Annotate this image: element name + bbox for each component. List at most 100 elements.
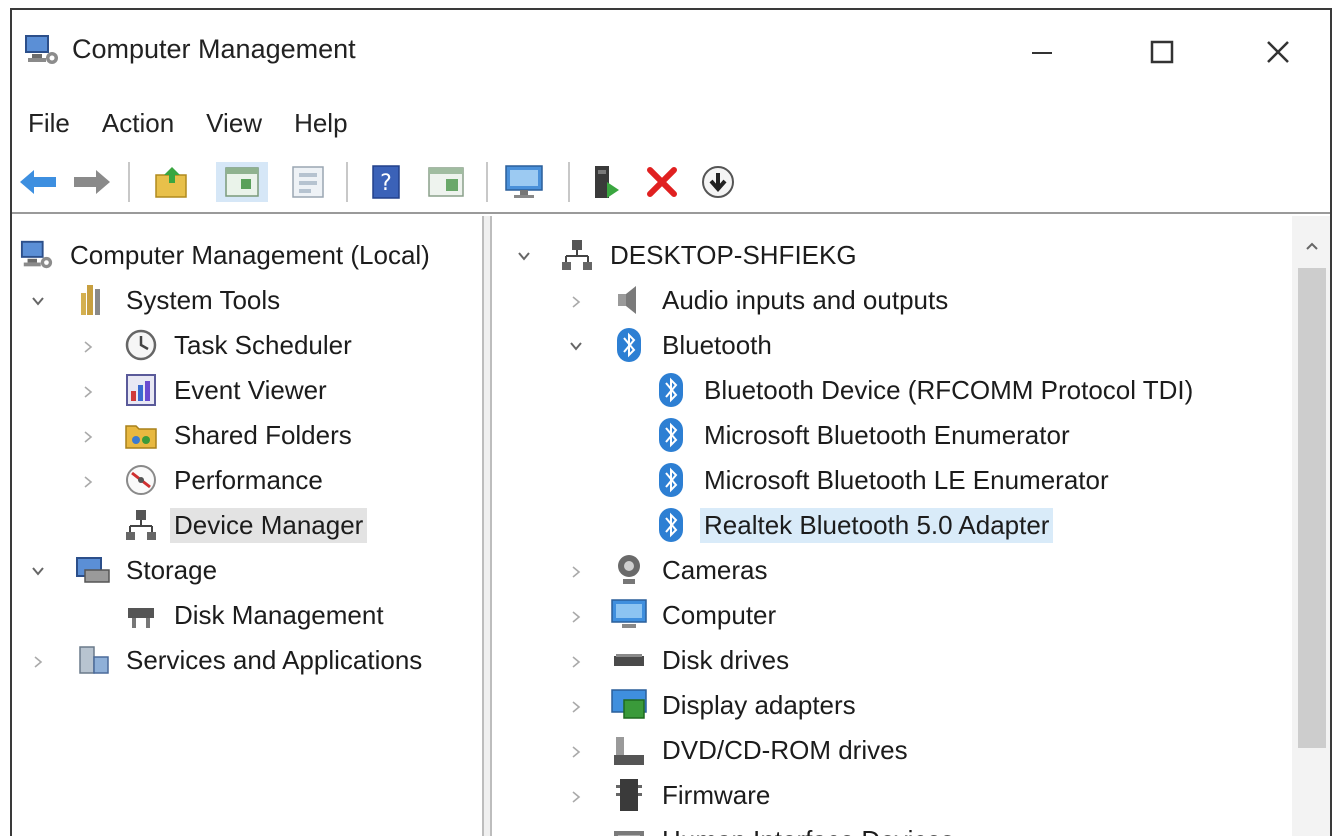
tree-item-task-scheduler[interactable]: Task Scheduler [82,324,356,366]
collapse-chevron-icon[interactable] [568,330,584,361]
expand-chevron-icon[interactable] [570,780,586,811]
category-disk-drives[interactable]: Disk drives [570,639,793,681]
expand-chevron-icon[interactable] [570,690,586,721]
update-driver-button[interactable] [586,162,626,202]
category-bluetooth[interactable]: Bluetooth [568,324,776,366]
scan-hardware-icon [702,166,734,198]
bluetooth-icon [652,461,690,499]
computer-management-app-icon [24,32,60,68]
computer-management-icon [18,236,56,274]
expand-chevron-icon[interactable] [570,645,586,676]
cameras-label: Cameras [662,554,768,585]
tree-item-performance[interactable]: Performance [82,459,327,501]
bluetooth-device-item[interactable]: Bluetooth Device (RFCOMM Protocol TDI) [652,369,1197,411]
vertical-scrollbar[interactable] [1292,216,1330,836]
uninstall-device-button[interactable] [642,162,682,202]
category-display-adapters[interactable]: Display adapters [570,684,860,726]
services-and-applications-label: Services and Applications [126,644,423,675]
event-viewer-label: Event Viewer [174,374,327,405]
bluetooth-device-label: Microsoft Bluetooth LE Enumerator [704,464,1109,495]
tree-item-system-tools[interactable]: System Tools [30,279,284,321]
category-hid[interactable]: Human Interface Devices [570,819,958,836]
computer-management-window: Computer Management File Action View Hel… [10,8,1332,836]
bluetooth-device-item[interactable]: Microsoft Bluetooth LE Enumerator [652,459,1113,501]
category-cameras[interactable]: Cameras [570,549,771,591]
system-tools-icon [74,281,112,319]
expand-chevron-icon[interactable] [570,600,586,631]
category-firmware[interactable]: Firmware [570,774,774,816]
expand-chevron-icon[interactable] [570,825,586,836]
expand-chevron-icon[interactable] [82,375,98,406]
storage-icon [74,551,112,589]
scan-hardware-button[interactable] [698,162,738,202]
tree-item-event-viewer[interactable]: Event Viewer [82,369,331,411]
tree-item-device-manager[interactable]: Device Manager [122,504,368,546]
expand-chevron-icon[interactable] [82,465,98,496]
tree-item-disk-management[interactable]: Disk Management [122,594,388,636]
close-icon [1267,41,1289,63]
disk-management-label: Disk Management [174,599,384,630]
forward-button[interactable] [72,162,112,202]
bluetooth-icon [652,371,690,409]
expand-chevron-icon[interactable] [570,735,586,766]
action-pane-icon [428,167,464,197]
collapse-chevron-icon[interactable] [30,555,46,586]
up-one-level-button[interactable] [152,162,192,202]
scrollbar-thumb[interactable] [1298,268,1326,748]
bluetooth-device-item[interactable]: Microsoft Bluetooth Enumerator [652,414,1074,456]
scroll-up-button[interactable] [1292,234,1330,258]
performance-label: Performance [174,464,323,495]
menu-view[interactable]: View [190,98,278,144]
back-button[interactable] [18,162,58,202]
performance-icon [122,461,160,499]
expand-chevron-icon[interactable] [32,645,48,676]
expand-chevron-icon[interactable] [570,285,586,316]
bluetooth-device-label: Realtek Bluetooth 5.0 Adapter [700,507,1054,543]
expand-chevron-icon[interactable] [570,555,586,586]
menu-action[interactable]: Action [86,98,190,144]
minimize-button[interactable] [1002,24,1082,80]
display-adapters-label: Display adapters [662,689,856,720]
maximize-button[interactable] [1122,24,1202,80]
uninstall-icon [647,167,677,197]
menu-file[interactable]: File [12,98,86,144]
close-button[interactable] [1238,24,1318,80]
properties-icon [292,166,324,198]
shared-folders-label: Shared Folders [174,419,352,450]
tree-item-storage[interactable]: Storage [30,549,221,591]
collapse-chevron-icon[interactable] [516,240,532,271]
update-driver-icon [595,166,619,198]
expand-chevron-icon[interactable] [82,420,98,451]
show-hide-tree-icon [225,167,259,197]
action-pane-button[interactable] [426,162,466,202]
help-button[interactable]: ? [366,162,406,202]
computer-name-label: DESKTOP-SHFIEKG [610,239,857,270]
bluetooth-label: Bluetooth [662,329,772,360]
bluetooth-icon [610,326,648,364]
category-audio[interactable]: Audio inputs and outputs [570,279,952,321]
tree-item-shared-folders[interactable]: Shared Folders [82,414,356,456]
monitor-button[interactable] [504,162,544,202]
clock-icon [122,326,160,364]
bluetooth-device-label: Microsoft Bluetooth Enumerator [704,419,1070,450]
menu-help[interactable]: Help [278,98,363,144]
pane-splitter[interactable] [482,216,492,836]
properties-button[interactable] [288,162,328,202]
up-folder-icon [155,167,187,198]
help-icon: ? [372,165,400,199]
toolbar-separator [128,162,130,202]
bluetooth-icon [652,506,690,544]
bluetooth-device-item-selected[interactable]: Realtek Bluetooth 5.0 Adapter [652,504,1054,546]
disk-drive-icon [610,641,648,679]
firmware-icon [610,776,648,814]
show-hide-console-tree-button[interactable] [216,162,268,202]
expand-chevron-icon[interactable] [82,330,98,361]
collapse-chevron-icon[interactable] [30,285,46,316]
monitor-icon [505,165,543,198]
tree-root-computer-management[interactable]: Computer Management (Local) [18,234,434,276]
category-computer[interactable]: Computer [570,594,780,636]
category-dvd-drives[interactable]: DVD/CD-ROM drives [570,729,912,771]
tree-item-services-and-applications[interactable]: Services and Applications [32,639,426,681]
camera-icon [610,551,648,589]
device-tree-root[interactable]: DESKTOP-SHFIEKG [516,234,861,276]
